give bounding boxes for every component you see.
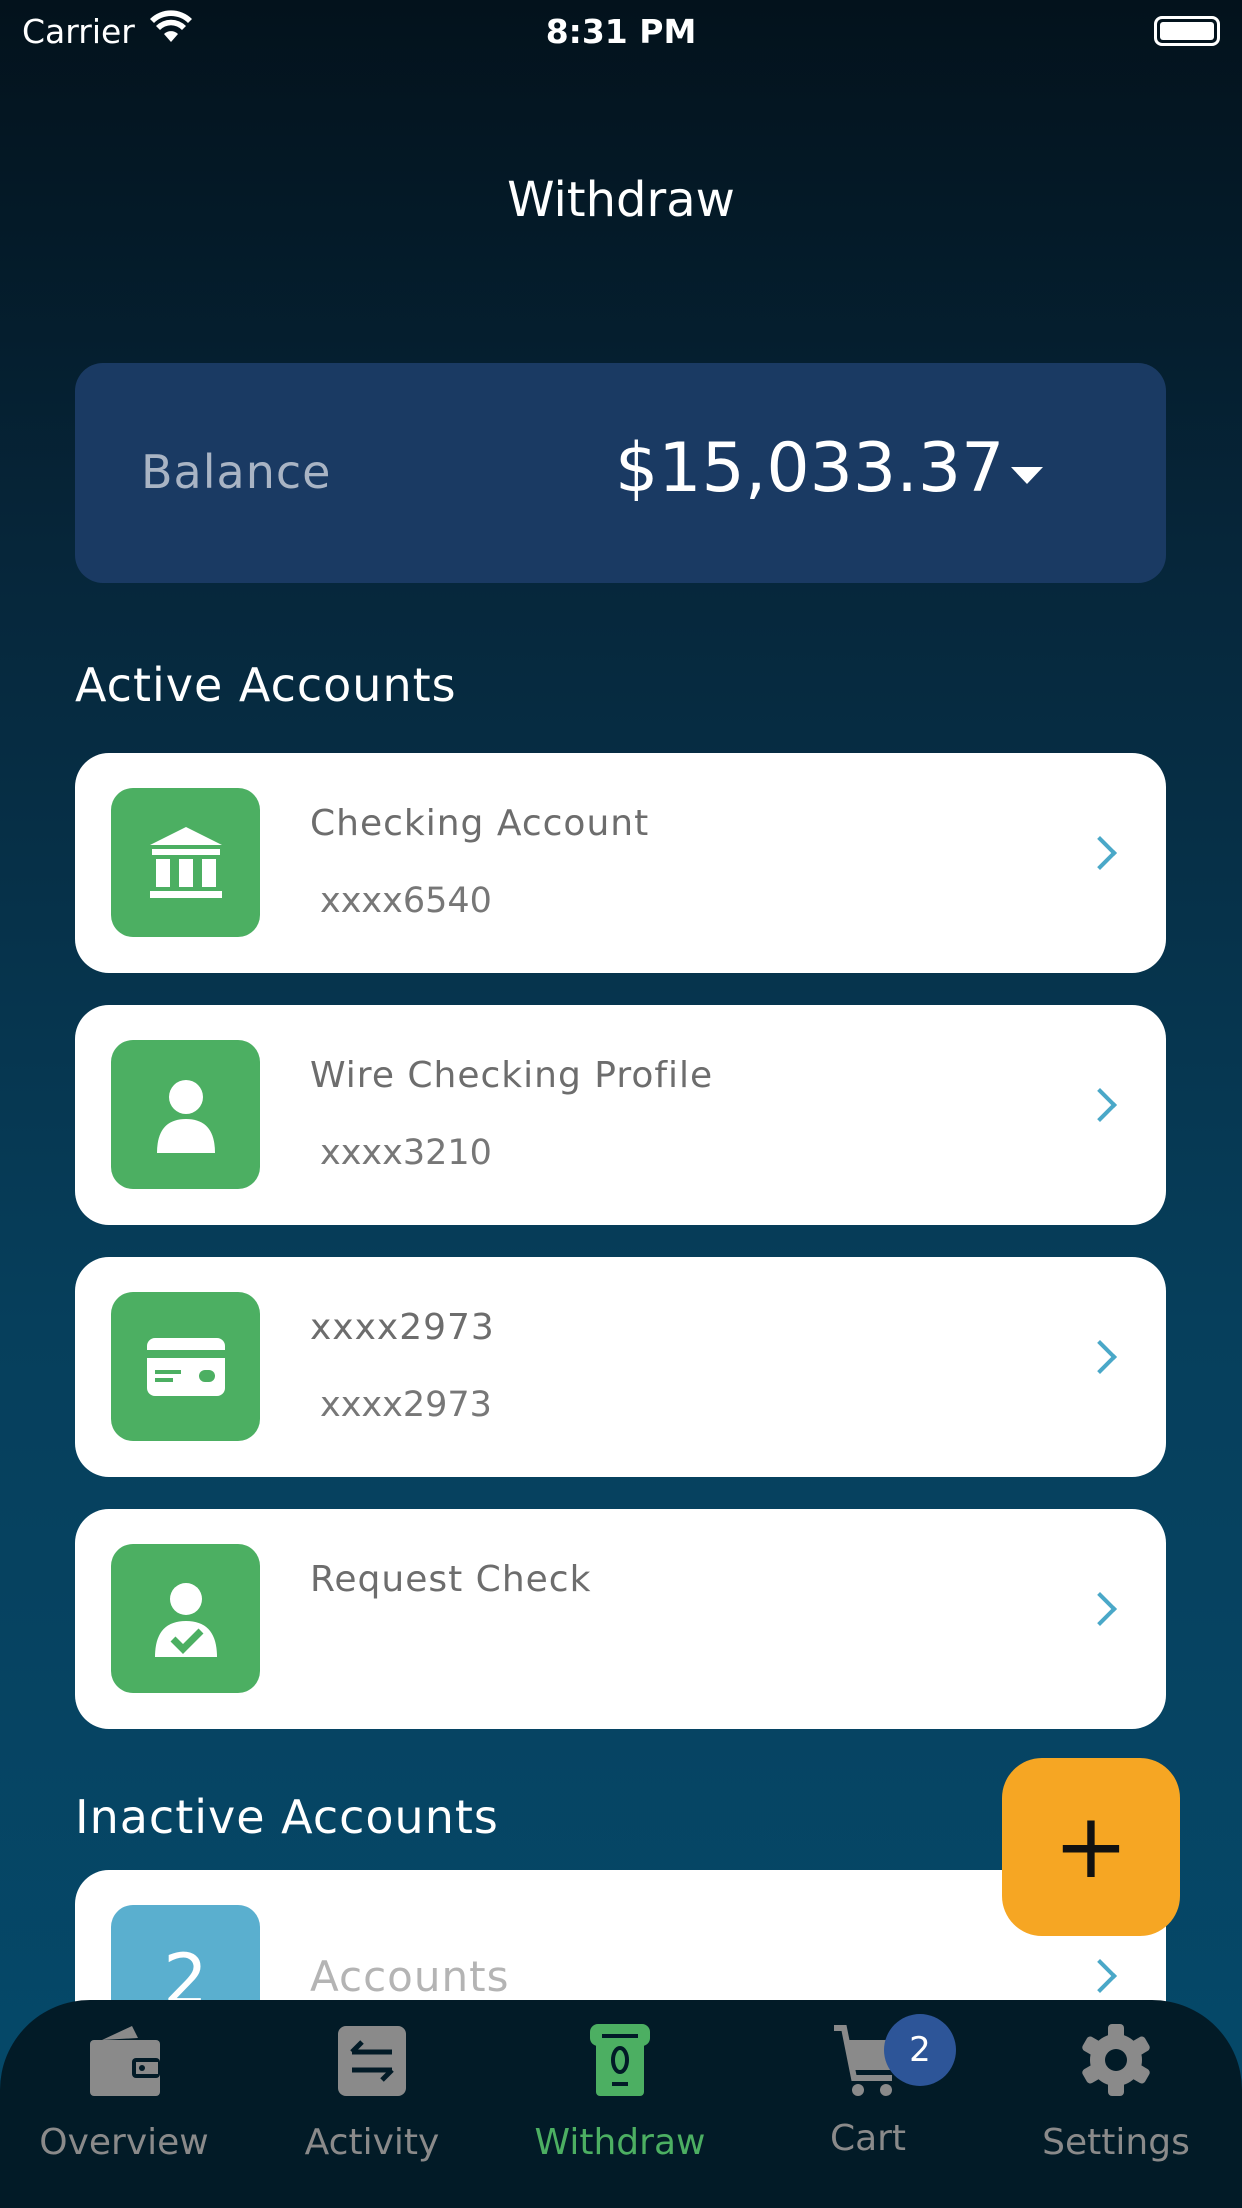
tab-cart[interactable]: Cart: [744, 2000, 992, 2208]
account-item-checking[interactable]: Checking Account xxxx6540: [75, 753, 1166, 973]
account-number: xxxx6540: [320, 881, 492, 921]
account-item-wire[interactable]: Wire Checking Profile xxxx3210: [75, 1005, 1166, 1225]
bottom-nav: Overview Activity Withdraw Cart Settings: [0, 2000, 1242, 2208]
battery-icon: [1154, 16, 1220, 46]
add-button[interactable]: +: [1002, 1758, 1180, 1936]
user-icon: [111, 1040, 260, 1189]
account-item-request-check[interactable]: Request Check: [75, 1509, 1166, 1729]
balance-label: Balance: [141, 445, 332, 499]
active-accounts-heading: Active Accounts: [75, 658, 457, 712]
account-item-card[interactable]: xxxx2973 xxxx2973: [75, 1257, 1166, 1477]
withdraw-cash-icon: [590, 2024, 650, 2096]
account-number: xxxx2973: [320, 1385, 492, 1425]
cart-count-badge: 2: [884, 2014, 956, 2086]
balance-amount: $15,033.37: [615, 429, 1005, 508]
chevron-right-icon: [1083, 836, 1117, 870]
account-title: Accounts: [310, 1952, 510, 2001]
card-icon: [111, 1292, 260, 1441]
caret-down-icon: [1011, 467, 1043, 484]
tab-overview[interactable]: Overview: [0, 2000, 248, 2208]
account-title: Wire Checking Profile: [310, 1055, 714, 1096]
bank-icon: [111, 788, 260, 937]
user-check-icon: [111, 1544, 260, 1693]
account-number: xxxx3210: [320, 1133, 492, 1173]
tab-withdraw[interactable]: Withdraw: [496, 2000, 744, 2208]
status-bar: Carrier 8:31 PM: [0, 0, 1242, 62]
tab-label: Withdraw: [534, 2122, 706, 2163]
chevron-right-icon: [1083, 1340, 1117, 1374]
transfer-icon: [338, 2026, 406, 2096]
tab-label: Cart: [829, 2118, 907, 2159]
balance-selector[interactable]: Balance $15,033.37: [75, 363, 1166, 583]
tab-label: Activity: [304, 2122, 440, 2163]
tab-activity[interactable]: Activity: [248, 2000, 496, 2208]
clock: 8:31 PM: [545, 12, 697, 51]
gear-icon: [1082, 2024, 1150, 2096]
tab-label: Overview: [39, 2122, 209, 2163]
tab-settings[interactable]: Settings: [992, 2000, 1240, 2208]
account-title: Request Check: [310, 1559, 592, 1600]
account-title: xxxx2973: [310, 1307, 495, 1348]
page-title: Withdraw: [507, 172, 735, 228]
tab-label: Settings: [1042, 2122, 1190, 2163]
inactive-accounts-heading: Inactive Accounts: [75, 1790, 499, 1844]
account-title: Checking Account: [310, 803, 650, 844]
wallet-icon: [90, 2026, 160, 2096]
chevron-right-icon: [1083, 1088, 1117, 1122]
chevron-right-icon: [1083, 1959, 1117, 1993]
chevron-right-icon: [1083, 1592, 1117, 1626]
